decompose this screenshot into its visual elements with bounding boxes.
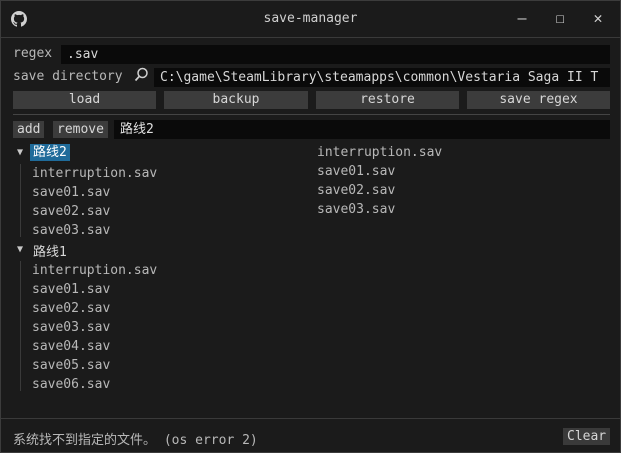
- tree-file[interactable]: save02.sav: [32, 204, 110, 219]
- tree-file[interactable]: save03.sav: [32, 223, 110, 238]
- tree-guide-line: [20, 164, 21, 237]
- save-file-item[interactable]: save01.sav: [317, 164, 395, 179]
- save-file-item[interactable]: save02.sav: [317, 183, 395, 198]
- tree-file[interactable]: interruption.sav: [32, 263, 157, 278]
- profile-name-input[interactable]: 路线2: [114, 120, 610, 139]
- tree-file[interactable]: save05.sav: [32, 358, 110, 373]
- title-divider: [1, 37, 620, 38]
- tree-guide-line: [20, 261, 21, 391]
- tree-group-selected[interactable]: 路线2: [30, 144, 70, 161]
- search-icon[interactable]: [134, 67, 149, 82]
- save-file-item[interactable]: save03.sav: [317, 202, 395, 217]
- backup-button[interactable]: backup: [164, 91, 308, 109]
- tree-file[interactable]: save01.sav: [32, 185, 110, 200]
- app-window: save-manager — ☐ ✕ regex .sav save direc…: [0, 0, 621, 453]
- tree-group[interactable]: 路线1: [33, 241, 67, 260]
- tree-file[interactable]: save04.sav: [32, 339, 110, 354]
- tree-file[interactable]: save03.sav: [32, 320, 110, 335]
- tree-file[interactable]: save06.sav: [32, 377, 110, 392]
- regex-label: regex: [13, 46, 53, 61]
- regex-input[interactable]: .sav: [61, 45, 610, 64]
- maximize-button[interactable]: ☐: [549, 7, 571, 29]
- status-message: 系统找不到指定的文件。 (os error 2): [13, 433, 258, 448]
- status-divider: [1, 418, 620, 419]
- clear-button[interactable]: Clear: [563, 428, 611, 445]
- tree-file[interactable]: interruption.sav: [32, 166, 157, 181]
- add-profile-button[interactable]: add: [13, 121, 45, 138]
- close-button[interactable]: ✕: [587, 7, 609, 29]
- save-file-item[interactable]: interruption.sav: [317, 145, 442, 160]
- save-regex-button[interactable]: save regex: [467, 91, 610, 109]
- minimize-button[interactable]: —: [511, 7, 533, 29]
- toolbar-divider: [13, 114, 610, 115]
- remove-profile-button[interactable]: remove: [53, 121, 108, 138]
- save-directory-input[interactable]: C:\game\SteamLibrary\steamapps\common\Ve…: [154, 68, 610, 87]
- title-bar[interactable]: save-manager — ☐ ✕: [1, 1, 620, 37]
- save-directory-label: save directory: [13, 69, 123, 84]
- tree-file[interactable]: save01.sav: [32, 282, 110, 297]
- restore-button[interactable]: restore: [316, 91, 459, 109]
- collapse-arrow-icon[interactable]: ▼: [17, 244, 23, 255]
- collapse-arrow-icon[interactable]: ▼: [17, 147, 23, 158]
- tree-file[interactable]: save02.sav: [32, 301, 110, 316]
- load-button[interactable]: load: [13, 91, 156, 109]
